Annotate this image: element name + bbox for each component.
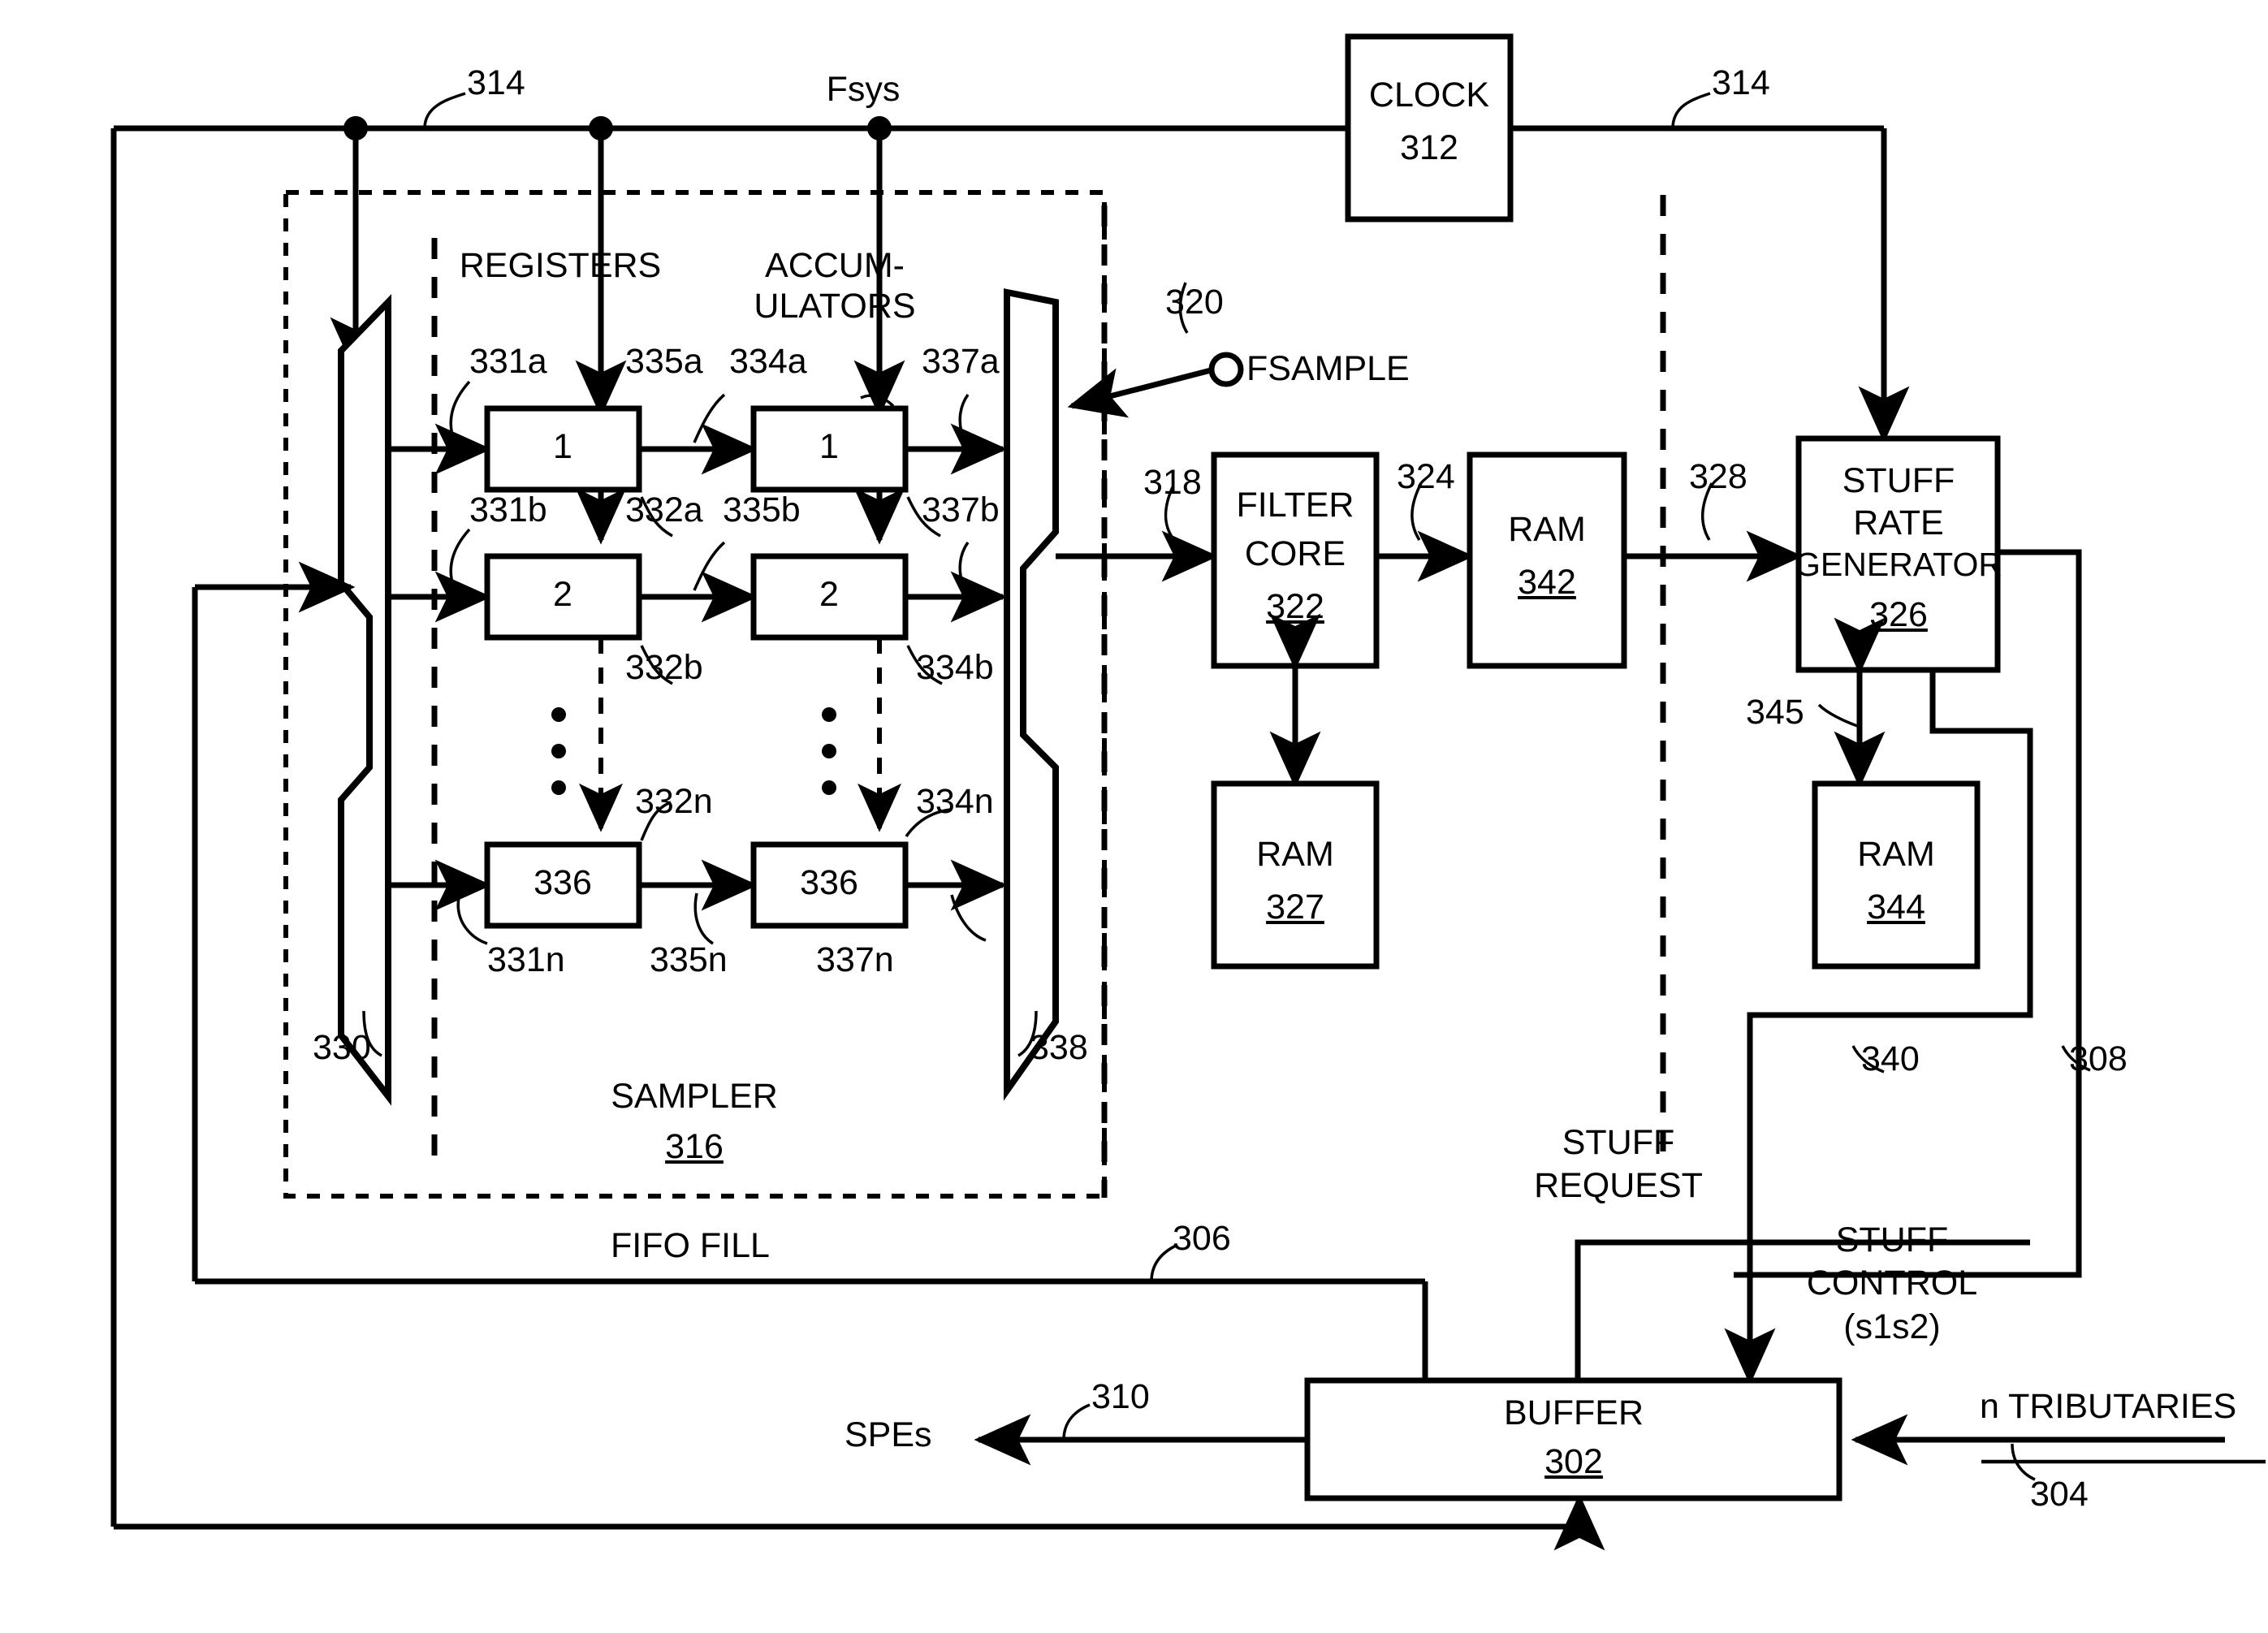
accumulator-cell-label-b: 2: [819, 575, 839, 614]
leader-345: [1817, 703, 1860, 728]
signal-label-stuff-control-line2: CONTROL: [1806, 1264, 1978, 1303]
filter-core-title-line2: CORE: [1244, 534, 1346, 573]
leader-337n: [950, 894, 987, 942]
ellipsis-dot: [822, 707, 836, 722]
ram342-ref: 342: [1518, 563, 1576, 602]
ref-314-left: 314: [467, 63, 525, 102]
ref-335b: 335b: [723, 490, 801, 529]
ram327-box: [1211, 780, 1380, 970]
srg-title-line1: STUFF: [1842, 461, 1955, 500]
leader-335b: [693, 541, 726, 591]
ref-337a: 337a: [922, 342, 1000, 381]
filter-core-title-line1: FILTER: [1236, 486, 1354, 525]
ref-337n: 337n: [816, 940, 894, 979]
ref-335n: 335n: [650, 940, 728, 979]
srg-title-line3: GENERATOR: [1795, 546, 2002, 583]
ref-314-right: 314: [1712, 63, 1770, 102]
ref-334a: 334a: [729, 342, 807, 381]
accumulator-cell-label-n: 336: [800, 863, 858, 902]
ram344-ref: 344: [1867, 888, 1925, 927]
ref-310: 310: [1091, 1377, 1150, 1416]
ref-331n: 331n: [487, 940, 565, 979]
leader-337b: [958, 541, 970, 591]
leader-337a: [958, 393, 970, 443]
leader-335n: [693, 892, 714, 945]
section-label-accumulators-line2: ULATORS: [754, 287, 916, 326]
ref-335a: 335a: [625, 342, 703, 381]
ref-345: 345: [1746, 693, 1804, 732]
ellipsis-dot: [822, 744, 836, 758]
buffer-title: BUFFER: [1504, 1393, 1644, 1432]
ram342-title: RAM: [1508, 510, 1586, 549]
signal-label-stuff-control-line3: (s1s2): [1843, 1307, 1941, 1346]
signal-label-n-tributaries: n TRIBUTARIES: [1980, 1387, 2237, 1426]
signal-label-fifo-fill: FIFO FILL: [611, 1226, 770, 1265]
srg-ref: 326: [1869, 595, 1928, 634]
leader-314-right: [1671, 92, 1711, 129]
ref-331b: 331b: [469, 490, 547, 529]
ellipsis-dot: [551, 744, 566, 758]
clock-box-title: CLOCK: [1368, 76, 1490, 114]
ref-332n: 332n: [635, 782, 713, 821]
filter-core-ref: 322: [1266, 587, 1324, 626]
register-cell-label-a: 1: [553, 427, 572, 466]
ref-337b: 337b: [922, 490, 1000, 529]
ref-318: 318: [1143, 463, 1202, 502]
ref-331a: 331a: [469, 342, 547, 381]
signal-label-spes: SPEs: [845, 1415, 932, 1454]
leader-331b: [449, 528, 471, 591]
signal-label-fsys: Fsys: [826, 70, 901, 109]
ref-338: 338: [1030, 1028, 1088, 1067]
srg-feedback-loop-340: [1747, 670, 2033, 1283]
section-label-accumulators-line1: ACCUM-: [765, 246, 905, 285]
signal-label-stuff-request-line1: STUFF: [1562, 1123, 1675, 1162]
register-cell-label-n: 336: [534, 863, 592, 902]
leader-314-left: [423, 92, 466, 129]
accumulator-cell-label-a: 1: [819, 427, 839, 466]
ellipsis-dot: [551, 707, 566, 722]
patent-figure: 314 314 Fsys CLOCK 312 REGISTERS ACCUM- …: [0, 0, 2268, 1633]
srg-title-line2: RATE: [1853, 503, 1944, 542]
ref-330: 330: [313, 1028, 371, 1067]
ref-304: 304: [2030, 1475, 2089, 1514]
sampler-title: SAMPLER: [611, 1077, 778, 1116]
input-funnel-330: [338, 294, 391, 1106]
ref-320: 320: [1165, 283, 1224, 322]
ram344-box: [1812, 780, 1981, 970]
ellipsis-dot: [551, 780, 566, 795]
ref-332b: 332b: [625, 648, 703, 687]
leader-331a: [449, 380, 471, 443]
section-label-registers: REGISTERS: [459, 246, 662, 285]
ref-308: 308: [2069, 1039, 2128, 1078]
ram327-title: RAM: [1256, 835, 1334, 874]
ram327-ref: 327: [1266, 888, 1324, 927]
sampler-ref: 316: [665, 1127, 724, 1166]
fsample-terminal-circle: [1208, 352, 1244, 387]
clock-box-ref: 312: [1400, 128, 1458, 167]
ref-334n: 334n: [916, 782, 994, 821]
ellipsis-dot: [822, 780, 836, 795]
ref-340: 340: [1861, 1039, 1920, 1078]
ref-324: 324: [1397, 457, 1455, 496]
ram342-box: [1467, 451, 1627, 669]
signal-label-stuff-request-line2: REQUEST: [1534, 1166, 1703, 1205]
signal-label-fsample: FSAMPLE: [1246, 349, 1410, 388]
fsample-into-funnel: [1067, 366, 1215, 418]
ref-334b: 334b: [916, 648, 994, 687]
register-cell-label-b: 2: [553, 575, 572, 614]
ref-328: 328: [1689, 457, 1747, 496]
ref-306: 306: [1173, 1219, 1231, 1258]
output-funnel-338: [1004, 288, 1059, 1101]
leader-331n: [456, 896, 488, 945]
ram344-title: RAM: [1857, 835, 1935, 874]
ref-332a: 332a: [625, 490, 703, 529]
buffer-ref: 302: [1544, 1442, 1603, 1481]
leader-310: [1062, 1403, 1091, 1441]
signal-label-stuff-control-line1: STUFF: [1835, 1220, 1949, 1259]
leader-335a: [693, 393, 726, 443]
